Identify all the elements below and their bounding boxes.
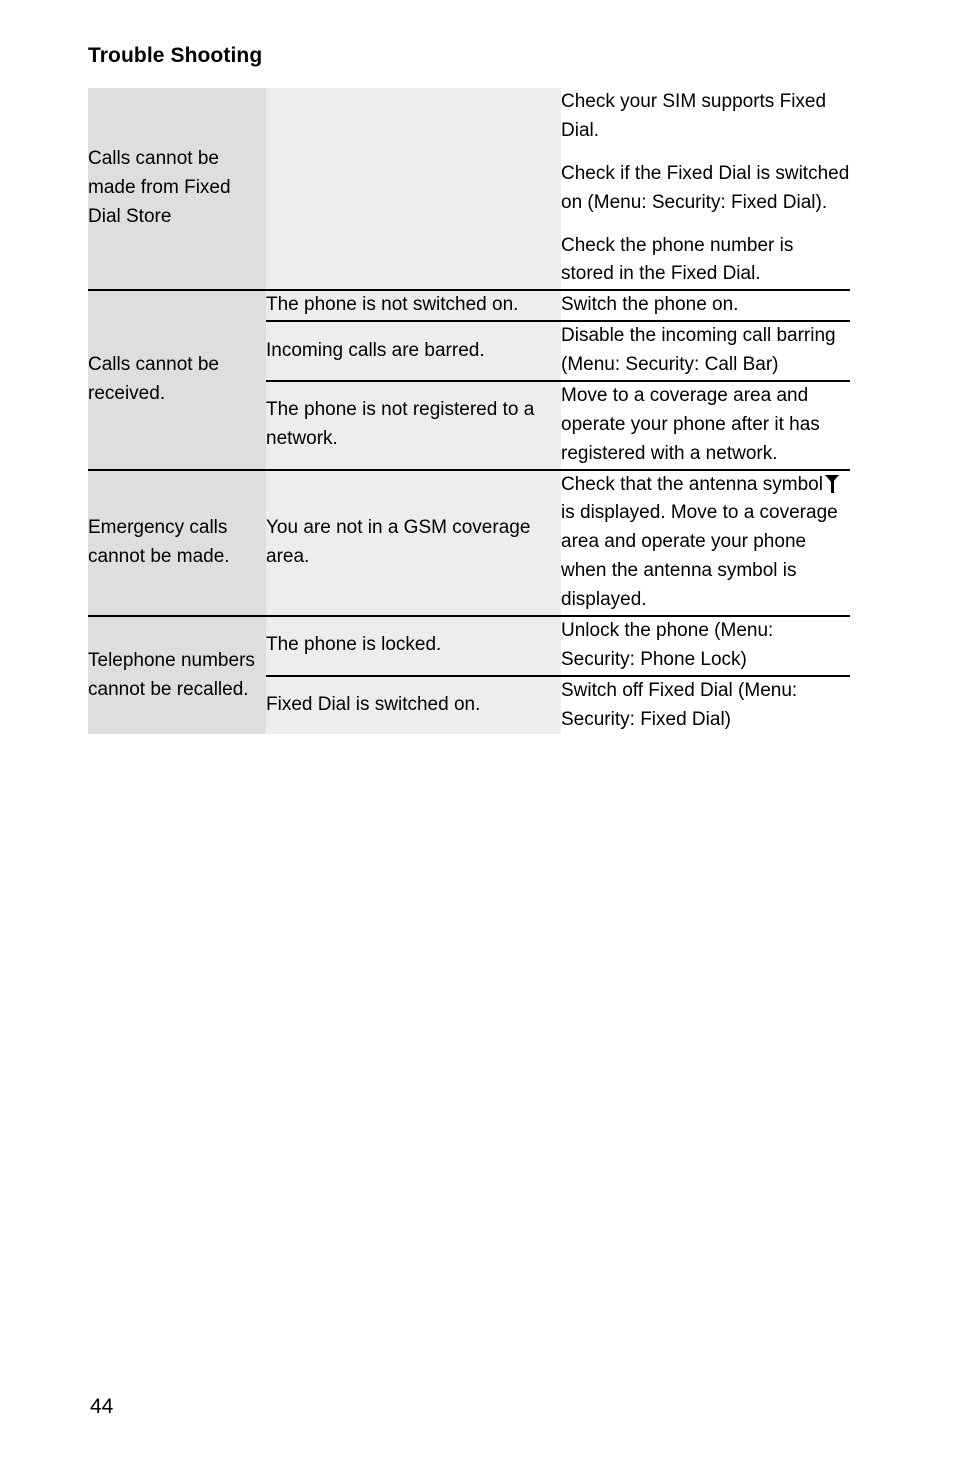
page-title: Trouble Shooting — [88, 44, 263, 67]
solution-cell: Move to a coverage area and operate your… — [561, 379, 850, 470]
solution-paragraph: Check if the Fixed Dial is switched on (… — [561, 162, 850, 213]
solution-text-after-icon: is displayed. Move to a coverage area an… — [561, 502, 838, 610]
problem-cell: Emergency calls cannot be made. — [88, 468, 266, 616]
cause-cell: The phone is not switched on. — [266, 289, 561, 322]
cause-cell — [266, 88, 561, 291]
problem-cell: Calls cannot be made from Fixed Dial Sto… — [88, 88, 266, 291]
solution-paragraph: Check the phone number is stored in the … — [561, 234, 794, 285]
solution-cell: Disable the incoming call barring (Menu:… — [561, 320, 850, 381]
table-row: Calls cannot be received. The phone is n… — [88, 289, 850, 470]
solution-cell: Check your SIM supports Fixed Dial. Chec… — [561, 88, 850, 291]
problem-cell: Calls cannot be received. — [88, 289, 266, 470]
table-row: Telephone numbers cannot be recalled. Th… — [88, 614, 850, 735]
problem-cell: Telephone numbers cannot be recalled. — [88, 614, 266, 735]
troubleshooting-table: Calls cannot be made from Fixed Dial Sto… — [88, 88, 850, 735]
solution-cell: Unlock the phone (Menu: Security: Phone … — [561, 614, 850, 676]
solution-paragraph: Check your SIM supports Fixed Dial. — [561, 91, 827, 141]
cause-cell: You are not in a GSM coverage area. — [266, 468, 561, 616]
page-number: 44 — [90, 1395, 114, 1418]
solution-cell: Check that the antenna symbol is displaye… — [561, 468, 850, 616]
solution-cell: Switch the phone on. — [561, 289, 850, 322]
antenna-icon — [824, 474, 840, 493]
table-row: Emergency calls cannot be made. You are … — [88, 468, 850, 616]
solution-text-before-icon: Check that the antenna symbol — [561, 473, 823, 495]
cause-cell: The phone is not registered to a network… — [266, 379, 561, 470]
cause-cell: The phone is locked. — [266, 614, 561, 676]
cause-cell: Incoming calls are barred. — [266, 320, 561, 381]
document-page: Trouble Shooting Calls cannot be made fr… — [0, 0, 954, 1474]
table-row: Calls cannot be made from Fixed Dial Sto… — [88, 88, 850, 291]
cause-cell: Fixed Dial is switched on. — [266, 674, 561, 735]
solution-cell: Switch off Fixed Dial (Menu: Security: F… — [561, 674, 850, 735]
